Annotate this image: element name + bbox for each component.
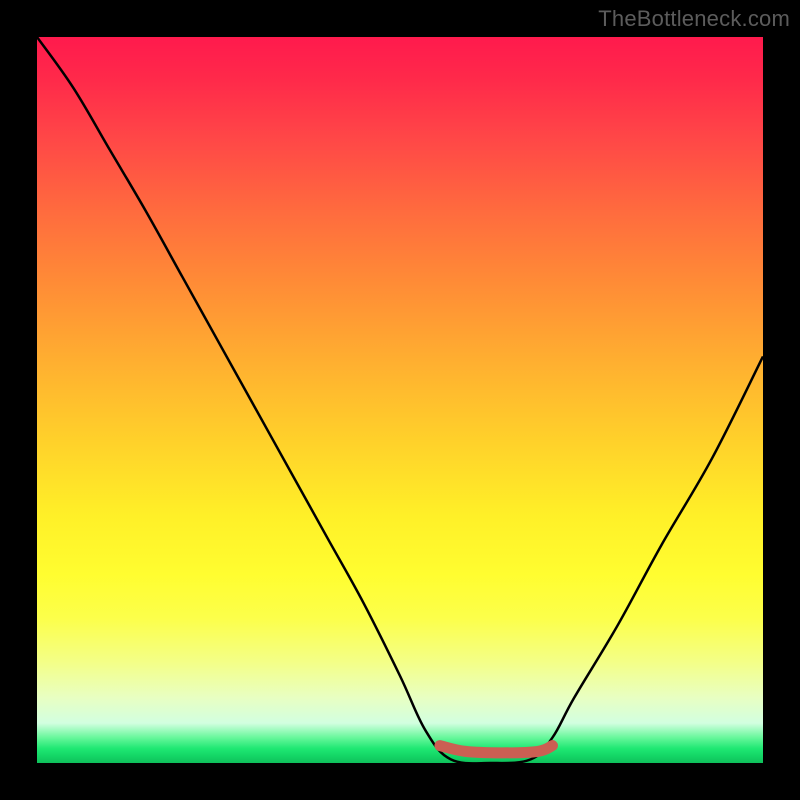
attribution-text: TheBottleneck.com (598, 6, 790, 32)
chart-plot-area (37, 37, 763, 763)
chart-frame: TheBottleneck.com (0, 0, 800, 800)
chart-svg (37, 37, 763, 763)
v-curve-line (37, 37, 763, 763)
flat-red-line (440, 746, 553, 753)
